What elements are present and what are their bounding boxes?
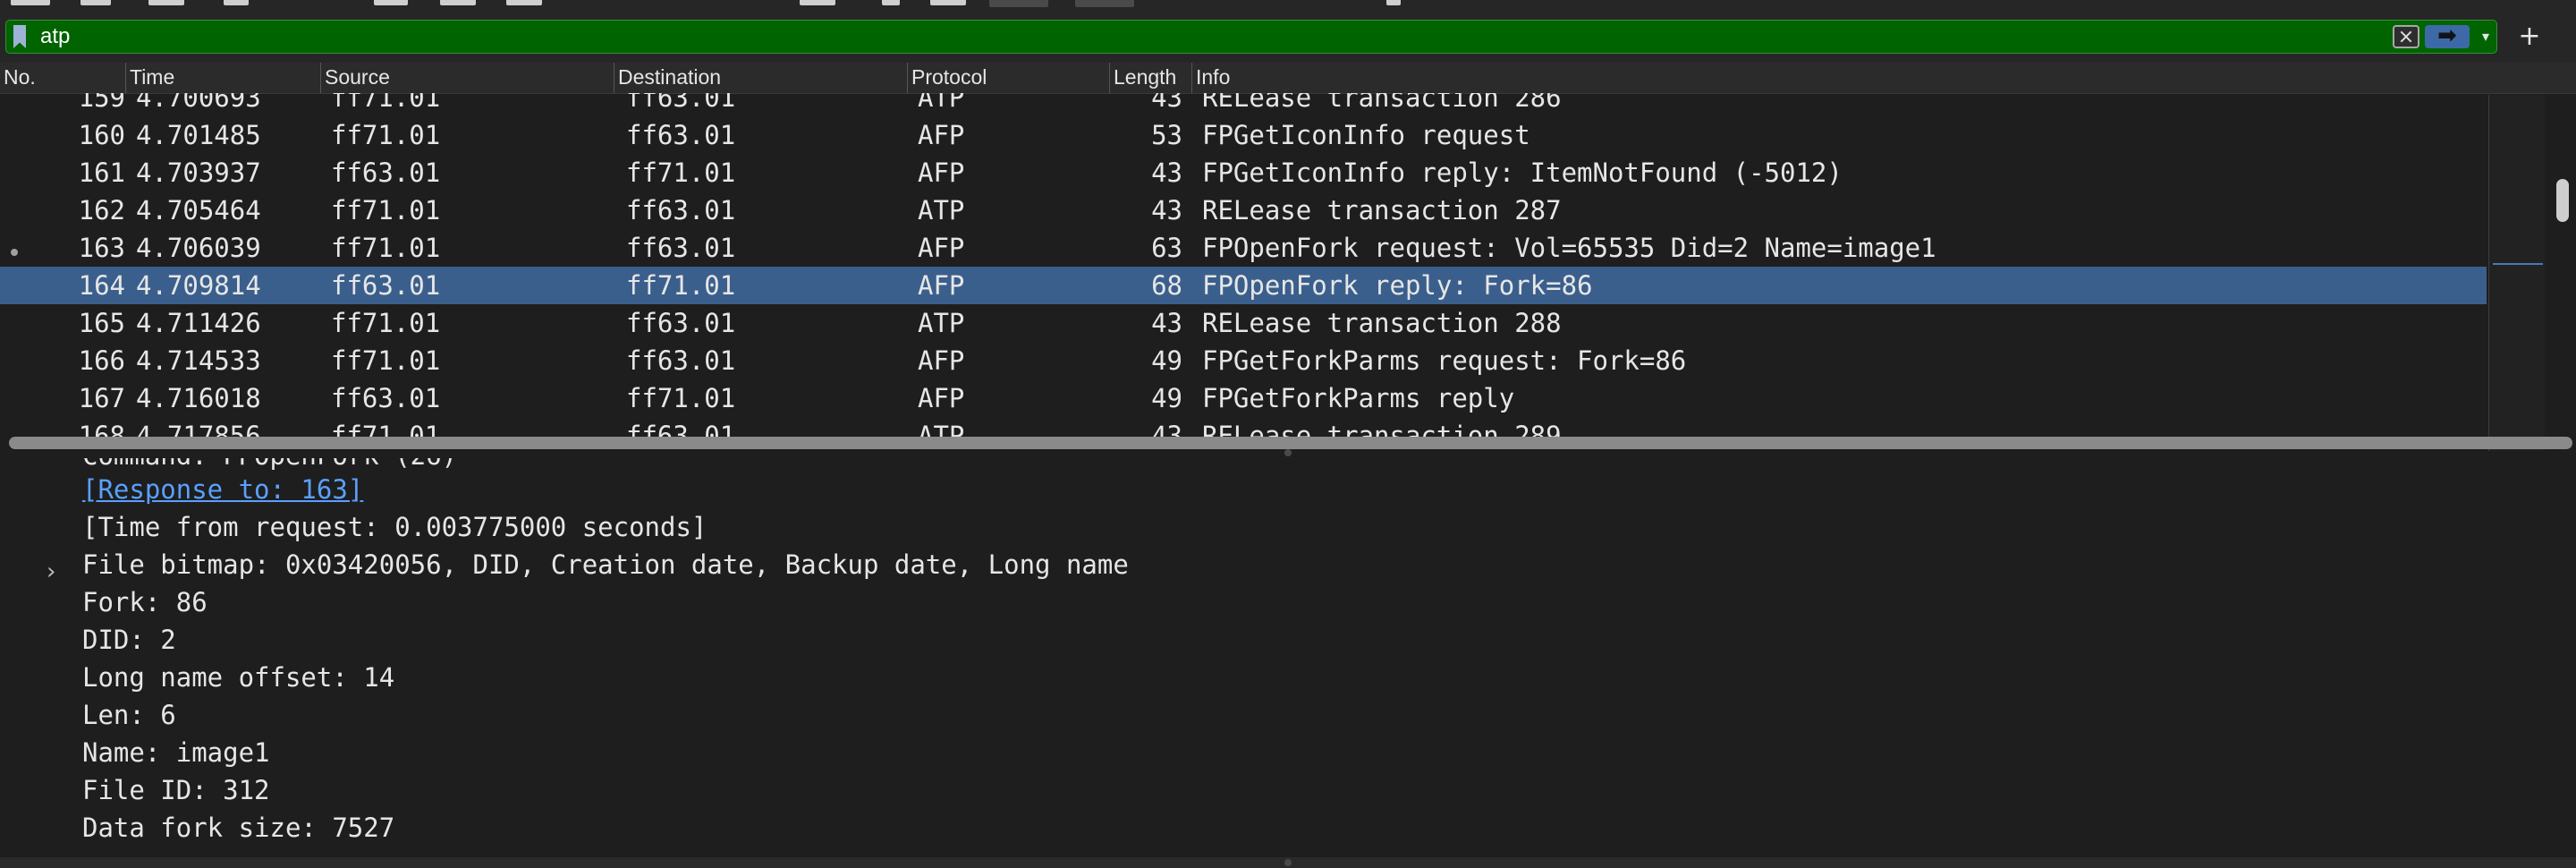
packet-info: FPGetForkParms reply bbox=[1202, 383, 1515, 413]
chevron-down-icon[interactable]: ▾ bbox=[2477, 26, 2495, 47]
toolbar-button-save[interactable] bbox=[80, 0, 111, 5]
packet-row[interactable]: 164 4.709814 ff63.01 ff71.01 AFP 68 FPOpenFork… bbox=[0, 267, 2487, 304]
column-header-no[interactable]: No. bbox=[0, 63, 125, 93]
minimap-selection-marker bbox=[2493, 263, 2543, 265]
packet-length: 43 bbox=[1151, 93, 1182, 113]
packet-info: FPOpenFork request: Vol=65535 Did=2 Name… bbox=[1202, 233, 1936, 263]
packet-row[interactable]: 166 4.714533 ff71.01 ff63.01 AFP 49 FPGetForkP… bbox=[0, 342, 2487, 379]
packet-length: 49 bbox=[1151, 345, 1182, 376]
toolbar-button-forward[interactable] bbox=[506, 0, 542, 5]
toolbar-button-zoom-out[interactable] bbox=[989, 0, 1048, 7]
display-filter-bar: ➡ ▾ + bbox=[0, 13, 2576, 63]
packet-details[interactable]: Command: FPOpenFork (26) [Response to: 1… bbox=[0, 458, 2576, 857]
packet-row[interactable]: 163 4.706039 ff71.01 ff63.01 AFP 63 FPOpenFork… bbox=[0, 229, 2487, 267]
packet-length: 43 bbox=[1151, 308, 1182, 338]
packet-rows: 159 4.700693 ff71.01 ff63.01 ATP 43 RELease tr… bbox=[0, 93, 2487, 447]
detail-name[interactable]: Name: image1 bbox=[82, 736, 270, 770]
packet-info: FPGetIconInfo request bbox=[1202, 120, 1530, 150]
display-filter-input[interactable] bbox=[40, 22, 2366, 51]
toolbar-button-zoom-in[interactable] bbox=[930, 0, 966, 5]
packet-info: RELease transaction 286 bbox=[1202, 93, 1562, 113]
arrow-right-icon[interactable]: ➡ bbox=[2425, 24, 2470, 48]
packet-length: 49 bbox=[1151, 383, 1182, 413]
detail-data-fork-size[interactable]: Data fork size: 7527 bbox=[82, 811, 394, 845]
display-filter-field: ➡ ▾ bbox=[5, 20, 2497, 54]
detail-time-from-request[interactable]: [Time from request: 0.003775000 seconds] bbox=[82, 510, 707, 544]
packet-row[interactable]: 160 4.701485 ff71.01 ff63.01 AFP 53 FPGetIconI… bbox=[0, 116, 2487, 154]
chevron-right-icon[interactable]: › bbox=[47, 555, 55, 589]
bytes-pane-edge bbox=[0, 857, 2576, 868]
packet-info: RELease transaction 288 bbox=[1202, 308, 1562, 338]
detail-file-id[interactable]: File ID: 312 bbox=[82, 773, 270, 807]
packet-row[interactable]: 165 4.711426 ff71.01 ff63.01 ATP 43 RELease tr… bbox=[0, 304, 2487, 342]
detail-len[interactable]: Len: 6 bbox=[82, 698, 176, 732]
related-packet-marker bbox=[11, 249, 18, 256]
detail-fork[interactable]: Fork: 86 bbox=[82, 585, 208, 619]
packet-list-header: No. Time Source Destination Protocol Len… bbox=[0, 63, 2576, 94]
toolbar-button-autoscroll[interactable] bbox=[882, 0, 900, 5]
packet-info: FPGetForkParms request: Fork=86 bbox=[1202, 345, 1687, 376]
detail-command[interactable]: Command: FPOpenFork (26) bbox=[82, 458, 457, 472]
packet-length: 43 bbox=[1151, 157, 1182, 188]
bookmark-icon[interactable] bbox=[10, 25, 30, 48]
packet-minimap[interactable] bbox=[2488, 95, 2545, 451]
packet-length: 53 bbox=[1151, 120, 1182, 150]
response-to-link[interactable]: [Response to: 163] bbox=[82, 472, 363, 506]
toolbar-button-open[interactable] bbox=[11, 0, 50, 5]
splitter-handle[interactable] bbox=[1284, 449, 1292, 456]
clear-icon[interactable] bbox=[2393, 25, 2419, 48]
toolbar-button-close[interactable] bbox=[148, 0, 184, 5]
toolbar-button-resize-columns[interactable] bbox=[1386, 0, 1401, 5]
detail-long-name-offset[interactable]: Long name offset: 14 bbox=[82, 660, 394, 694]
toolbar-button-colorize[interactable] bbox=[800, 0, 835, 5]
detail-file-bitmap[interactable]: File bitmap: 0x03420056, DID, Creation d… bbox=[82, 548, 1129, 582]
toolbar-button-reload[interactable] bbox=[224, 0, 249, 5]
toolbar-button-normal-size[interactable] bbox=[1075, 0, 1134, 7]
packet-row[interactable]: 162 4.705464 ff71.01 ff63.01 ATP 43 RELease tr… bbox=[0, 191, 2487, 229]
column-header-source[interactable]: Source bbox=[320, 63, 614, 93]
splitter-handle-bottom[interactable] bbox=[1284, 859, 1292, 866]
toolbar-button-back[interactable] bbox=[440, 0, 476, 5]
packet-info: RELease transaction 287 bbox=[1202, 195, 1562, 226]
horizontal-scrollbar[interactable] bbox=[9, 437, 2572, 449]
packet-info: FPOpenFork reply: Fork=86 bbox=[1202, 270, 1593, 301]
plus-icon[interactable]: + bbox=[2512, 21, 2547, 54]
packet-row[interactable]: 159 4.700693 ff71.01 ff63.01 ATP 43 RELease tr… bbox=[0, 93, 2487, 116]
packet-info: FPGetIconInfo reply: ItemNotFound (-5012… bbox=[1202, 157, 1843, 188]
packet-row[interactable]: 167 4.716018 ff63.01 ff71.01 AFP 49 FPGetForkP… bbox=[0, 379, 2487, 417]
column-header-destination[interactable]: Destination bbox=[614, 63, 907, 93]
column-header-length[interactable]: Length bbox=[1109, 63, 1191, 93]
toolbar-button-find[interactable] bbox=[374, 0, 408, 5]
packet-length: 43 bbox=[1151, 195, 1182, 226]
packet-list[interactable]: No. Time Source Destination Protocol Len… bbox=[0, 63, 2576, 451]
packet-length: 63 bbox=[1151, 233, 1182, 263]
packet-length: 68 bbox=[1151, 270, 1182, 301]
column-header-info[interactable]: Info bbox=[1191, 63, 2576, 93]
detail-did[interactable]: DID: 2 bbox=[82, 623, 176, 657]
column-header-time[interactable]: Time bbox=[125, 63, 320, 93]
column-header-protocol[interactable]: Protocol bbox=[907, 63, 1109, 93]
vertical-scrollbar[interactable] bbox=[2556, 179, 2569, 222]
main-toolbar bbox=[0, 0, 2576, 13]
packet-row[interactable]: 161 4.703937 ff63.01 ff71.01 AFP 43 FPGetIconI… bbox=[0, 154, 2487, 191]
